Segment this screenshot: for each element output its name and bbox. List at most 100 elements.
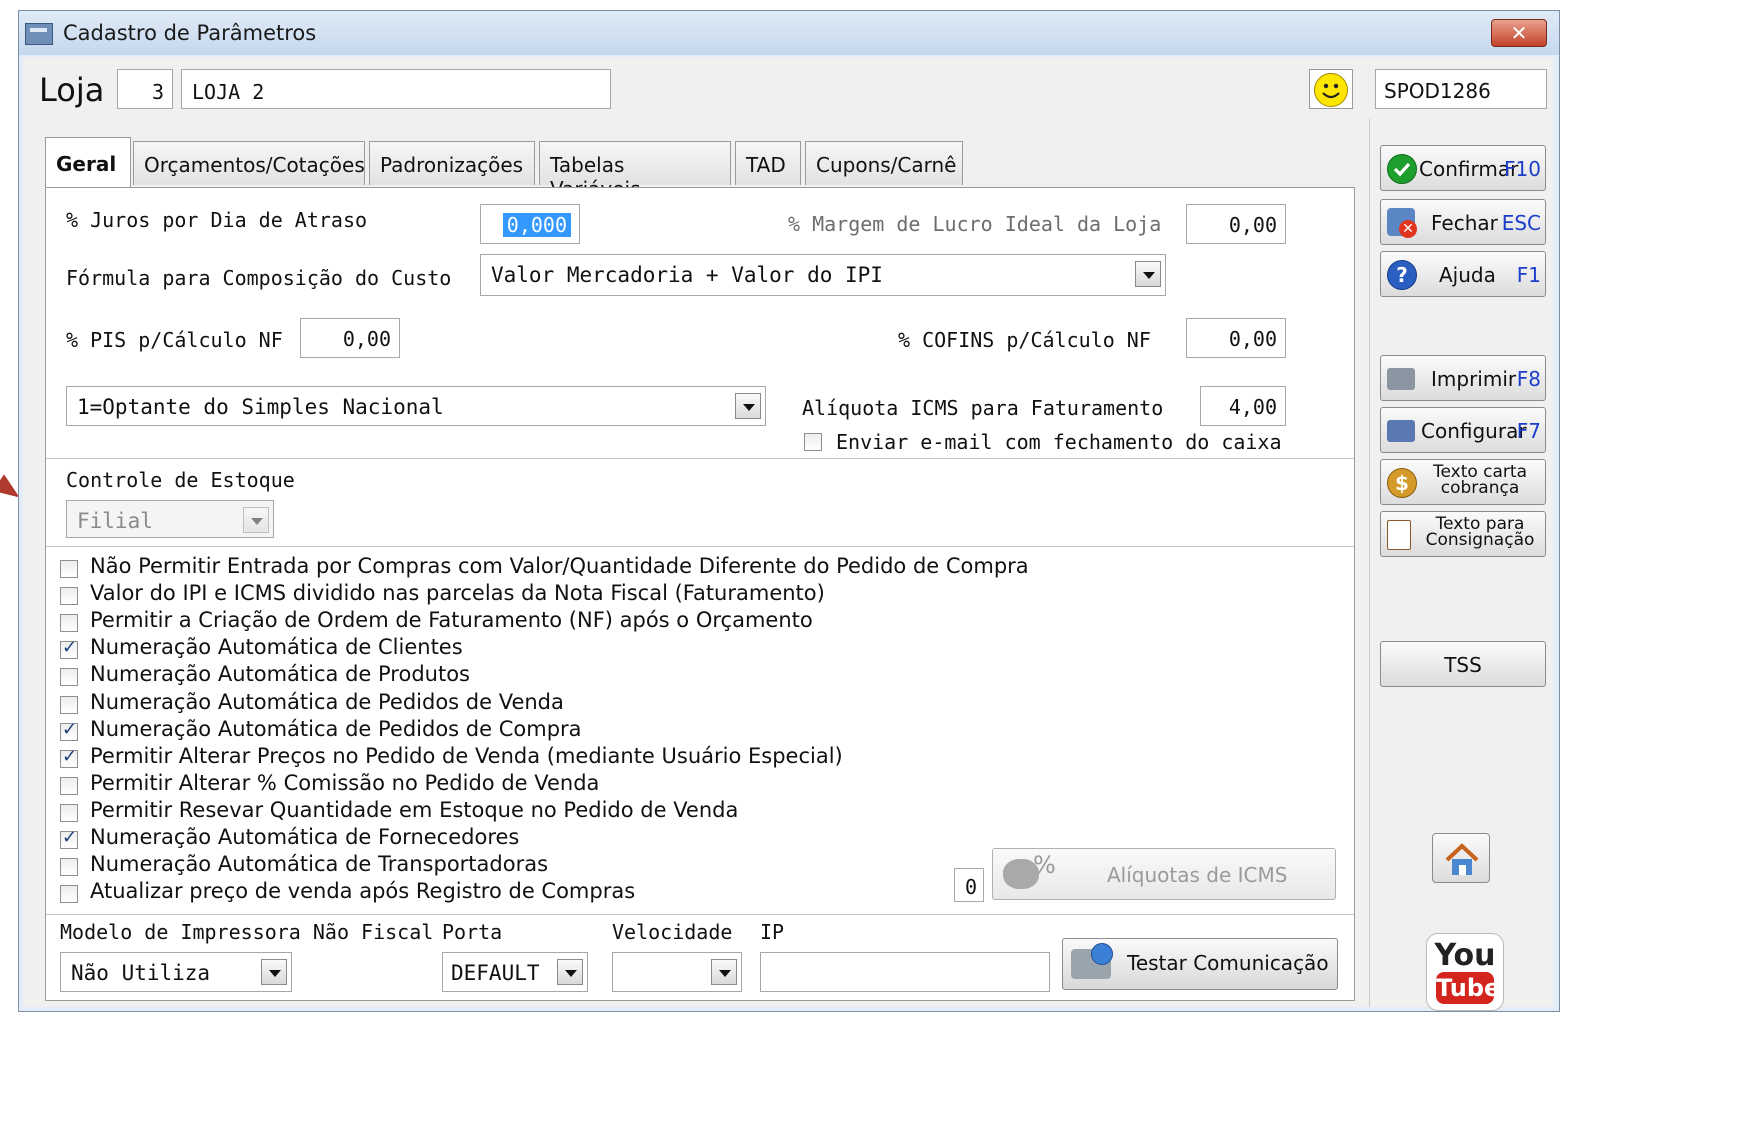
printer-settings-icon: [1387, 420, 1415, 442]
tab-geral[interactable]: Geral: [45, 137, 131, 187]
option-label: Numeração Automática de Clientes: [90, 635, 463, 660]
printer-model-label: Modelo de Impressora Não Fiscal: [60, 920, 434, 944]
tss-button[interactable]: TSS: [1380, 641, 1546, 687]
printer-model-select[interactable]: Não Utiliza: [60, 952, 292, 992]
option-checkbox[interactable]: [60, 858, 78, 877]
email-label: Enviar e-mail com fechamento do caixa: [836, 430, 1282, 454]
chevron-down-icon: [243, 507, 269, 533]
icms-field[interactable]: 4,00: [1200, 386, 1286, 426]
option-checkbox[interactable]: [60, 803, 78, 822]
aliquotas-icms-button[interactable]: % Alíquotas de ICMS: [992, 848, 1336, 900]
email-checkbox[interactable]: [804, 433, 822, 451]
chevron-down-icon[interactable]: [711, 959, 737, 985]
smiley-button[interactable]: [1309, 69, 1353, 109]
test-communication-button[interactable]: Testar Comunicação: [1062, 938, 1338, 990]
cofins-field[interactable]: 0,00: [1186, 318, 1286, 358]
margem-field[interactable]: 0,00: [1186, 204, 1286, 244]
clipboard-icon: [1387, 520, 1411, 550]
pis-field[interactable]: 0,00: [300, 318, 400, 358]
tab-padronizacoes[interactable]: Padronizações: [369, 141, 535, 185]
parameters-window: Cadastro de Parâmetros ✕ Loja 3 LOJA 2 S…: [18, 10, 1560, 1012]
help-icon: ?: [1387, 260, 1417, 290]
option-checkbox[interactable]: [60, 776, 78, 795]
print-key: F8: [1516, 367, 1541, 391]
juros-field[interactable]: 0,000: [480, 204, 580, 244]
close-window-button[interactable]: ✕ Fechar ESC: [1380, 199, 1546, 245]
ip-field[interactable]: [760, 952, 1050, 992]
money-bag-icon: $: [1387, 468, 1417, 498]
window-icon: [25, 23, 53, 45]
port-select[interactable]: DEFAULT: [442, 952, 588, 992]
speed-label: Velocidade: [612, 920, 733, 944]
port-label: Porta: [442, 920, 503, 944]
speed-select[interactable]: [612, 952, 742, 992]
store-number-field[interactable]: 3: [117, 69, 173, 109]
tax-regime-value: 1=Optante do Simples Nacional: [77, 395, 444, 419]
server-field[interactable]: SPOD1286: [1375, 69, 1547, 109]
tab-tabelas-variaveis[interactable]: Tabelas Variáveis: [539, 141, 731, 201]
aliquotas-count-field[interactable]: 0: [954, 868, 984, 902]
check-icon: [1387, 154, 1417, 184]
close-button[interactable]: ✕: [1491, 19, 1547, 47]
estoque-select[interactable]: Filial: [66, 500, 274, 538]
margem-label: % Margem de Lucro Ideal da Loja: [788, 212, 1162, 236]
ip-label: IP: [760, 920, 785, 944]
title-bar[interactable]: Cadastro de Parâmetros ✕: [19, 11, 1559, 55]
juros-value: 0,000: [502, 213, 571, 237]
option-checkbox[interactable]: [60, 587, 78, 606]
billing-letter-text-button[interactable]: $ Texto carta cobrança: [1380, 459, 1546, 505]
option-checkbox[interactable]: [60, 719, 78, 741]
option-checkbox[interactable]: [60, 668, 78, 687]
confirm-button[interactable]: Confirmar F10: [1380, 145, 1546, 191]
option-checkbox[interactable]: [60, 560, 78, 578]
store-label: Loja: [39, 71, 105, 109]
chevron-down-icon[interactable]: [557, 959, 583, 985]
tab-orcamentos[interactable]: Orçamentos/Cotações: [133, 141, 365, 185]
consignment-text-button[interactable]: Texto para Consignação: [1380, 511, 1546, 557]
exit-icon: ✕: [1387, 208, 1417, 238]
tab-cupons-carne[interactable]: Cupons/Carnê: [805, 141, 963, 185]
option-checkbox[interactable]: [60, 637, 78, 660]
home-icon: [1445, 843, 1479, 875]
estoque-value: Filial: [77, 509, 153, 533]
billing-letter-text-label: Texto carta cobrança: [1432, 462, 1528, 498]
youtube-tube-text: Tube: [1436, 972, 1501, 1004]
formula-select[interactable]: Valor Mercadoria + Valor do IPI: [480, 254, 1166, 296]
tab-tad[interactable]: TAD: [735, 141, 801, 185]
pis-label: % PIS p/Cálculo NF: [66, 328, 283, 352]
chevron-down-icon[interactable]: [735, 393, 761, 419]
option-label: Permitir a Criação de Ordem de Faturamen…: [90, 608, 813, 633]
option-checkbox[interactable]: [60, 695, 78, 714]
store-name-field[interactable]: LOJA 2: [181, 69, 611, 109]
print-label: Imprimir: [1431, 367, 1517, 391]
close-window-key: ESC: [1501, 211, 1541, 235]
divider: [46, 546, 1354, 547]
configure-label: Configurar: [1421, 419, 1527, 443]
printer-model-value: Não Utiliza: [71, 961, 211, 985]
help-button[interactable]: ? Ajuda F1: [1380, 251, 1546, 297]
option-checkbox[interactable]: [60, 746, 78, 768]
option-label: Permitir Alterar Preços no Pedido de Ven…: [90, 743, 843, 768]
formula-value: Valor Mercadoria + Valor do IPI: [491, 263, 883, 287]
home-button[interactable]: [1432, 833, 1490, 883]
tax-regime-select[interactable]: 1=Optante do Simples Nacional: [66, 386, 766, 426]
option-label: Numeração Automática de Fornecedores: [90, 825, 520, 849]
printer-icon: [1387, 368, 1415, 390]
chevron-down-icon[interactable]: [1135, 261, 1161, 287]
option-label: Atualizar preço de venda após Registro d…: [90, 879, 636, 904]
option-label: Valor do IPI e ICMS dividido nas parcela…: [90, 581, 825, 606]
print-button[interactable]: Imprimir F8: [1380, 355, 1546, 401]
window-title: Cadastro de Parâmetros: [63, 21, 317, 45]
option-checkbox[interactable]: [60, 885, 78, 904]
consignment-text-label: Texto para Consignação: [1425, 514, 1535, 550]
option-checkbox[interactable]: [60, 614, 78, 633]
option-checkbox[interactable]: [60, 827, 78, 849]
divider: [46, 458, 1354, 459]
chevron-down-icon[interactable]: [261, 959, 287, 985]
option-label: Numeração Automática de Transportadoras: [90, 852, 549, 877]
tab-panel-geral: % Juros por Dia de Atraso 0,000 % Margem…: [45, 187, 1355, 1001]
option-label: Permitir Alterar % Comissão no Pedido de…: [90, 770, 600, 795]
youtube-button[interactable]: You Tube: [1426, 933, 1504, 1011]
option-label: Numeração Automática de Produtos: [90, 662, 470, 687]
configure-button[interactable]: Configurar F7: [1380, 407, 1546, 453]
